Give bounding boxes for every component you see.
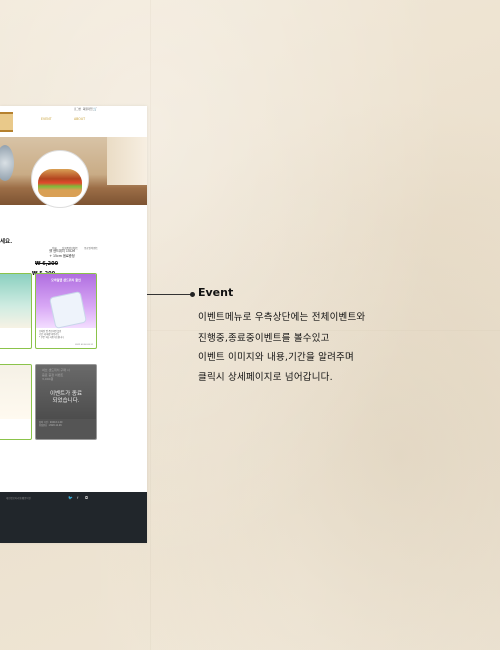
window-image — [107, 137, 147, 185]
annotation-connector-line — [147, 293, 192, 295]
event-card-date: 2021.03.02-03.31 — [75, 344, 93, 346]
event-card-image: 써브 샌드위치 구매 시 음료 증정 이벤트 3,000원 이벤트가 종료 되었… — [36, 365, 96, 419]
old-price: ₩ 6,200 — [35, 261, 59, 267]
event-card-desc: 모바일 앱 주문하면 할인 기간 내 매장 이용가능 * 쿠폰 1회 사용가능합… — [39, 330, 64, 339]
faint-line: 3,000원 — [42, 377, 54, 381]
banner-promo-text: 쉘 샌드위치 15CM + 15cm 음료증정 — [47, 249, 77, 258]
event-card[interactable] — [0, 273, 32, 349]
section-title: 세요. — [0, 239, 13, 245]
event-card-headline: 모바일앱 샌드위치 할인 — [51, 278, 81, 282]
event-card-image — [0, 274, 31, 328]
ended-line: 되었습니다. — [52, 398, 80, 404]
signup-link[interactable]: 회원가입 — [83, 107, 93, 111]
twitter-icon[interactable]: 🐦 — [68, 495, 73, 500]
logo[interactable] — [0, 112, 13, 132]
sandwich-graphic — [38, 169, 82, 197]
tab-all[interactable]: 전체 — [52, 246, 57, 250]
event-card-desc-line: * 쿠폰 1회 사용가능합니다 — [39, 336, 64, 339]
event-card-ended[interactable]: 써브 샌드위치 구매 시 음료 증정 이벤트 3,000원 이벤트가 종료 되었… — [35, 364, 97, 440]
phone-graphic — [49, 291, 87, 329]
event-card-image: 모바일앱 샌드위치 할인 — [36, 274, 96, 329]
paper-crease — [150, 0, 151, 650]
website-mockup: EVENT ABOUT 로그인 회원가입 🛒 쉘 샌드위치 15CM + 15c… — [0, 106, 147, 543]
tab-ongoing[interactable]: 진행중인이벤트 — [62, 246, 78, 250]
instagram-icon[interactable]: ◘ — [85, 495, 88, 500]
event-card-desc-line: 당첨발표 : 2020.11.26 — [39, 424, 62, 427]
annotation-line: 이벤트 이미지와 내용,기간을 알려주며 — [198, 352, 354, 363]
faint-line: 써브 샌드위치 구매 시 — [42, 368, 70, 372]
event-card[interactable] — [0, 364, 32, 440]
annotation-line: 클릭시 상세페이지로 넘어갑니다. — [198, 372, 333, 383]
site-footer: 개인정보처리방침 이용약관 🐦 f ◘ — [0, 492, 147, 543]
site-header: EVENT ABOUT 로그인 회원가입 🛒 — [0, 106, 147, 136]
facebook-icon[interactable]: f — [77, 495, 78, 500]
ended-line: 이벤트가 종료 — [49, 391, 83, 397]
event-card-faint-text: 써브 샌드위치 구매 시 음료 증정 이벤트 3,000원 — [42, 368, 70, 382]
annotation-line: 진행중,종료중이벤트를 볼수있고 — [198, 333, 330, 344]
annotation-dot — [190, 291, 195, 297]
footer-terms-link[interactable]: 이용약관 — [22, 496, 31, 500]
plate-image — [0, 145, 14, 181]
nav-event-link[interactable]: EVENT — [41, 117, 52, 121]
nav-about-link[interactable]: ABOUT — [74, 117, 85, 121]
annotation-title: Event — [198, 286, 234, 299]
event-card-image — [0, 365, 31, 419]
promo-line: + 15cm 음료증정 — [49, 253, 75, 258]
event-card[interactable]: 모바일앱 샌드위치 할인 모바일 앱 주문하면 할인 기간 내 매장 이용가능 … — [35, 273, 97, 349]
event-card-desc: 참여 기간 : 2020.11.20 당첨발표 : 2020.11.26 — [39, 421, 62, 427]
tab-ended[interactable]: 종료된이벤트 — [84, 246, 98, 250]
sandwich-image — [31, 150, 89, 208]
footer-privacy-link[interactable]: 개인정보처리방침 — [6, 496, 24, 500]
event-ended-label: 이벤트가 종료 되었습니다. — [40, 391, 92, 405]
annotation-line: 이벤트메뉴로 우측상단에는 전체이벤트와 — [198, 312, 366, 323]
cart-icon[interactable]: 🛒 — [93, 107, 97, 111]
login-link[interactable]: 로그인 — [74, 107, 81, 111]
